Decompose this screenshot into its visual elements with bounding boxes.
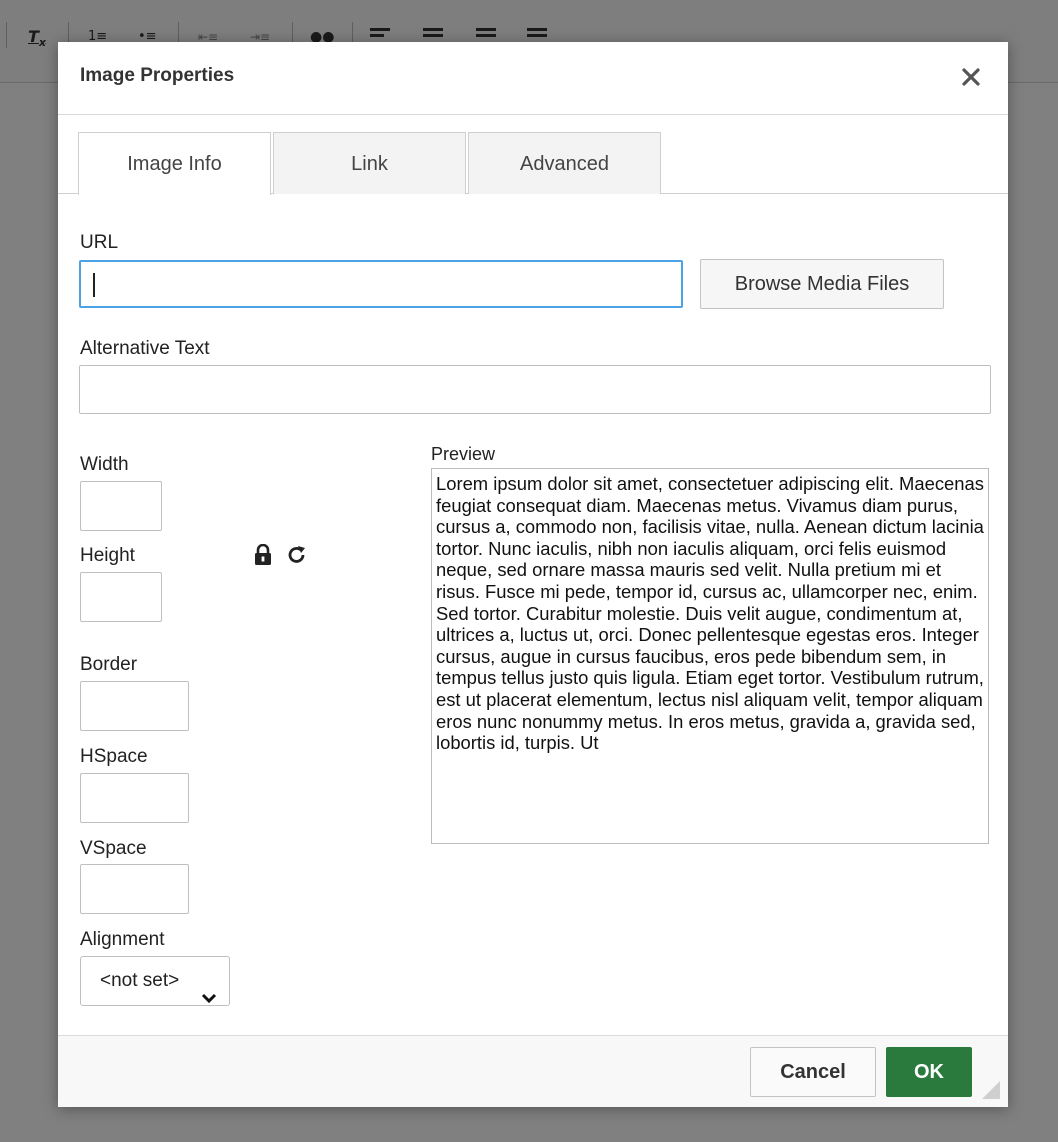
text-cursor bbox=[93, 273, 95, 297]
hspace-label: HSpace bbox=[80, 746, 148, 767]
chevron-down-icon bbox=[201, 975, 217, 1023]
preview-pane: Lorem ipsum dolor sit amet, consectetuer… bbox=[431, 468, 989, 844]
title-divider bbox=[58, 114, 1008, 115]
alignment-label: Alignment bbox=[80, 929, 165, 950]
height-input[interactable] bbox=[80, 572, 162, 622]
hspace-input[interactable] bbox=[80, 773, 189, 823]
toolbar-separator bbox=[6, 22, 7, 48]
alignment-value: <not set> bbox=[100, 970, 180, 991]
width-label: Width bbox=[80, 454, 129, 475]
width-input[interactable] bbox=[80, 481, 162, 531]
tab-image-info[interactable]: Image Info bbox=[78, 132, 271, 195]
tab-bar: Image Info Link Advanced bbox=[78, 132, 1008, 195]
border-label: Border bbox=[80, 654, 138, 675]
dialog-title: Image Properties bbox=[80, 65, 235, 86]
alignment-select[interactable]: <not set> bbox=[80, 956, 230, 1006]
vspace-label: VSpace bbox=[80, 838, 147, 859]
alternative-text-input[interactable] bbox=[79, 365, 991, 414]
tab-link[interactable]: Link bbox=[273, 132, 466, 194]
vspace-input[interactable] bbox=[80, 864, 189, 914]
remove-format-icon[interactable]: Tx bbox=[28, 28, 46, 50]
tab-advanced[interactable]: Advanced bbox=[468, 132, 661, 194]
preview-text: Lorem ipsum dolor sit amet, consectetuer… bbox=[436, 473, 984, 754]
close-icon[interactable] bbox=[958, 64, 984, 90]
dialog-footer: Cancel OK bbox=[58, 1035, 1008, 1107]
cancel-button[interactable]: Cancel bbox=[750, 1047, 876, 1097]
image-properties-dialog: Image Properties Image Info Link Advance… bbox=[58, 42, 1008, 1107]
border-input[interactable] bbox=[80, 681, 189, 731]
height-label: Height bbox=[80, 545, 135, 566]
ok-button[interactable]: OK bbox=[886, 1047, 972, 1097]
reset-size-icon[interactable] bbox=[286, 544, 308, 571]
browse-media-files-button[interactable]: Browse Media Files bbox=[700, 259, 944, 309]
url-label: URL bbox=[80, 232, 119, 253]
alternative-text-label: Alternative Text bbox=[80, 338, 210, 359]
lock-icon[interactable] bbox=[253, 543, 273, 571]
resize-handle-icon[interactable] bbox=[982, 1081, 1000, 1099]
url-input[interactable] bbox=[79, 260, 683, 308]
preview-label: Preview bbox=[431, 444, 496, 464]
